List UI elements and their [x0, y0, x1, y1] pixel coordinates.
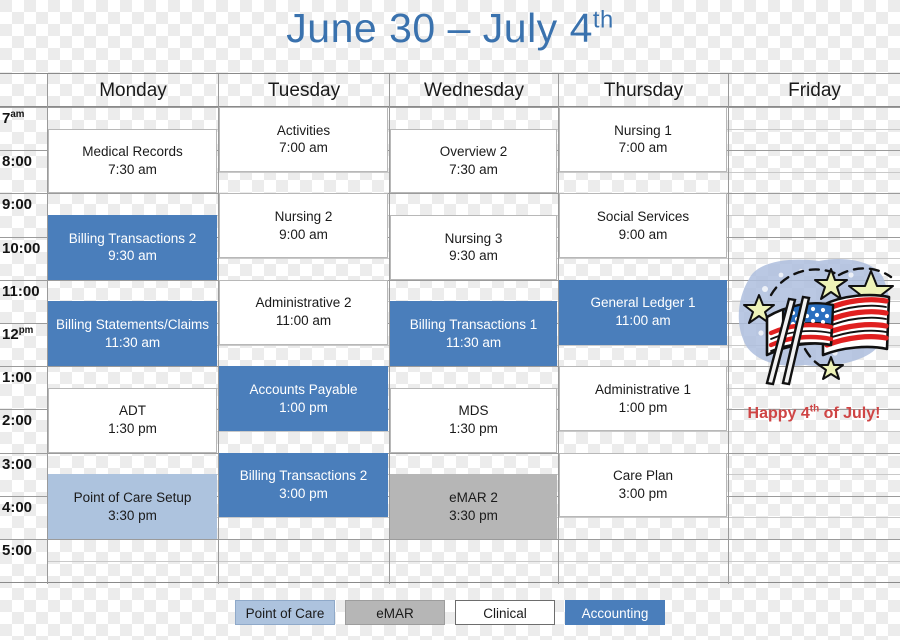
event-time: 3:30 pm	[449, 507, 498, 523]
event-title: Billing Transactions 2	[68, 230, 197, 246]
event-time: 1:30 pm	[449, 421, 498, 437]
calendar-event[interactable]: Overview 2 7:30 am	[390, 128, 557, 194]
event-title: Administrative 2	[255, 295, 352, 311]
calendar-event[interactable]: eMAR 2 3:30 pm	[390, 474, 557, 539]
calendar-event[interactable]: Nursing 2 9:00 am	[219, 193, 388, 259]
calendar-event[interactable]: Administrative 1 1:00 pm	[559, 366, 727, 431]
day-header-monday: Monday	[47, 74, 218, 107]
event-time: 11:30 am	[104, 334, 161, 350]
calendar-event[interactable]: Medical Records 7:30 am	[48, 128, 217, 194]
event-time: 11:30 am	[445, 334, 502, 350]
event-time: 11:00 am	[275, 313, 332, 329]
calendar-event[interactable]: Administrative 2 11:00 am	[219, 279, 388, 345]
day-header-friday: Friday	[728, 74, 900, 107]
event-time: 9:00 am	[618, 226, 668, 242]
event-title: MDS	[458, 403, 489, 419]
event-time: 3:00 pm	[279, 485, 328, 501]
event-time: 7:00 am	[618, 140, 668, 156]
calendar-event[interactable]: Social Services 9:00 am	[559, 193, 727, 259]
event-title: Overview 2	[439, 144, 508, 160]
event-title: Activities	[276, 122, 331, 138]
half-hour-gridline	[47, 560, 900, 562]
event-time: 1:00 pm	[618, 399, 668, 415]
event-title: Care Plan	[612, 468, 674, 484]
greeting-tail: of July!	[819, 405, 881, 422]
legend-button-point-of-care[interactable]: Point of Care	[235, 600, 335, 625]
happy-fourth-greeting: Happy 4th of July!	[729, 403, 899, 423]
page-title-ordinal-suffix: th	[592, 6, 614, 34]
event-title: Billing Transactions 2	[239, 468, 368, 484]
calendar-event[interactable]: Billing Transactions 2 9:30 am	[48, 215, 217, 280]
event-time: 7:30 am	[108, 161, 157, 177]
calendar-event[interactable]: Billing Statements/Claims 11:30 am	[48, 301, 217, 367]
calendar-event[interactable]: Nursing 1 7:00 am	[559, 107, 727, 172]
calendar-day-header-row: Monday Tuesday Wednesday Thursday Friday	[0, 74, 900, 107]
calendar-event[interactable]: Billing Transactions 2 3:00 pm	[219, 452, 388, 518]
greeting-ordinal-suffix: th	[809, 403, 820, 415]
legend-button-clinical[interactable]: Clinical	[455, 600, 555, 625]
event-title: Administrative 1	[594, 381, 692, 397]
weekly-calendar: Monday Tuesday Wednesday Thursday Friday 7am…	[0, 73, 900, 584]
calendar-event[interactable]: Care Plan 3:00 pm	[559, 452, 727, 518]
event-title: ADT	[119, 403, 146, 419]
calendar-event[interactable]: Activities 7:00 am	[219, 107, 388, 172]
event-time: 7:00 am	[279, 140, 328, 156]
event-time: 9:00 am	[279, 226, 328, 242]
calendar-event[interactable]: Point of Care Setup 3:30 pm	[48, 474, 217, 539]
calendar-event[interactable]: Accounts Payable 1:00 pm	[219, 366, 388, 431]
event-time: 9:30 am	[108, 248, 157, 264]
event-title: Accounts Payable	[249, 381, 358, 397]
calendar-event[interactable]: General Ledger 1 11:00 am	[559, 279, 727, 345]
event-title: Billing Transactions 1	[409, 316, 538, 332]
greeting-main: Happy 4	[747, 405, 810, 422]
usa-flags-fireworks-icon	[738, 259, 894, 386]
calendar-event[interactable]: ADT 1:30 pm	[48, 387, 217, 453]
day-header-thursday: Thursday	[558, 74, 728, 107]
event-title: Medical Records	[82, 144, 183, 160]
day-header-wednesday: Wednesday	[389, 74, 558, 107]
event-title: eMAR 2	[449, 489, 498, 505]
event-title: Nursing 2	[274, 208, 333, 224]
calendar-event[interactable]: Billing Transactions 1 11:30 am	[390, 301, 557, 367]
legend-button-emar[interactable]: eMAR	[345, 600, 445, 625]
calendar-event[interactable]: Nursing 3 9:30 am	[390, 215, 557, 280]
event-title: Social Services	[596, 208, 690, 224]
event-time: 7:30 am	[449, 161, 498, 177]
event-title: Nursing 1	[614, 122, 672, 138]
event-title: General Ledger 1	[590, 295, 696, 311]
event-title: Nursing 3	[444, 230, 503, 246]
event-time: 3:30 pm	[108, 507, 157, 523]
event-title: Point of Care Setup	[73, 489, 192, 505]
friday-holiday-artwork: Happy 4th of July!	[729, 108, 899, 551]
event-time: 11:00 am	[615, 313, 671, 329]
event-time: 9:30 am	[449, 248, 498, 264]
page-title-text: June 30 – July 4	[286, 5, 593, 51]
event-time: 3:00 pm	[618, 485, 668, 501]
event-time: 1:30 pm	[108, 421, 157, 437]
page-title: June 30 – July 4th	[0, 8, 900, 49]
day-header-tuesday: Tuesday	[218, 74, 389, 107]
legend-button-accounting[interactable]: Accounting	[565, 600, 665, 625]
category-legend: Point of Care eMAR Clinical Accounting	[0, 600, 900, 625]
event-title: Billing Statements/Claims	[55, 316, 210, 332]
calendar-event[interactable]: MDS 1:30 pm	[390, 387, 557, 453]
event-time: 1:00 pm	[279, 399, 328, 415]
